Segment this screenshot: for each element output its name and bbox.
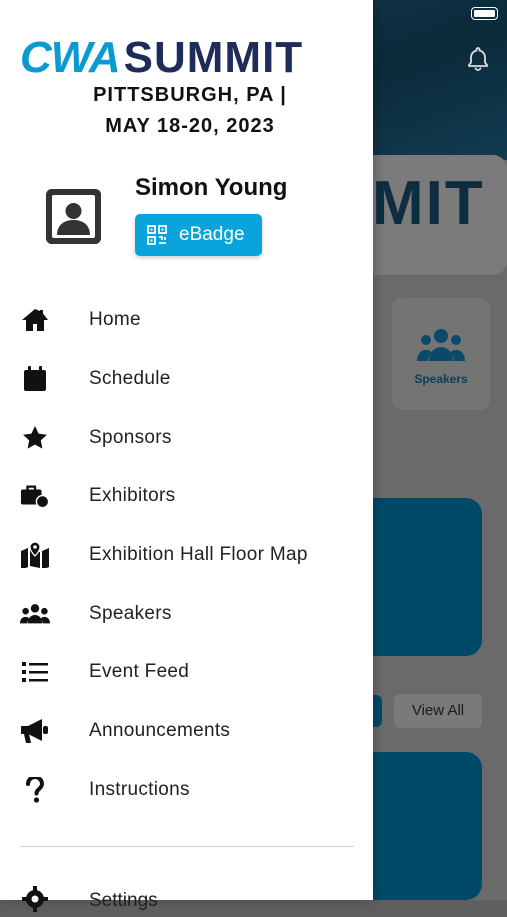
star-icon (20, 423, 50, 453)
background-speakers-tile[interactable]: Speakers (392, 298, 490, 410)
menu-item-exhibitors[interactable]: Exhibitors (0, 467, 373, 526)
background-tile-label: Speakers (414, 372, 468, 386)
drawer-menu: Home Schedule Sponsors Exhibitors Exhibi… (0, 291, 373, 819)
user-name: Simon Young (135, 174, 288, 201)
menu-item-settings[interactable]: Settings (89, 890, 158, 912)
map-icon (20, 540, 50, 570)
qr-code-icon (147, 225, 167, 245)
menu-item-home[interactable]: Home (0, 291, 373, 350)
event-logo: CWA SUMMIT PITTSBURGH, PA | MAY 18-20, 2… (20, 36, 360, 138)
navigation-drawer: CWA SUMMIT PITTSBURGH, PA | MAY 18-20, 2… (0, 0, 373, 912)
logo-brand-cwa: CWA (20, 33, 121, 82)
menu-label: Sponsors (89, 426, 172, 448)
menu-item-announcements[interactable]: Announcements (0, 702, 373, 761)
menu-label: Schedule (89, 368, 171, 390)
menu-item-sponsors[interactable]: Sponsors (0, 408, 373, 467)
menu-item-schedule[interactable]: Schedule (0, 350, 373, 409)
bell-icon[interactable] (466, 46, 490, 77)
logo-brand-summit: SUMMIT (123, 33, 304, 82)
menu-label: Exhibition Hall Floor Map (89, 544, 308, 566)
menu-label: Exhibitors (89, 485, 176, 507)
gear-icon[interactable] (22, 886, 48, 917)
users-icon (20, 599, 50, 629)
menu-item-floor-map[interactable]: Exhibition Hall Floor Map (0, 526, 373, 585)
menu-item-speakers[interactable]: Speakers (0, 584, 373, 643)
event-location: PITTSBURGH, PA | (93, 84, 287, 106)
menu-label: Speakers (89, 602, 172, 624)
ebadge-button[interactable]: eBadge (135, 214, 262, 256)
event-dates: MAY 18-20, 2023 (105, 115, 275, 137)
menu-label: Event Feed (89, 661, 190, 683)
megaphone-icon (20, 716, 50, 746)
calendar-icon (20, 364, 50, 394)
ebadge-label: eBadge (179, 224, 245, 245)
users-icon (417, 328, 465, 367)
menu-label: Home (89, 309, 141, 331)
menu-label: Announcements (89, 720, 231, 742)
menu-item-instructions[interactable]: Instructions (0, 761, 373, 820)
menu-divider (20, 846, 354, 847)
background-summit-text: MIT (372, 169, 485, 238)
home-icon (20, 305, 50, 335)
briefcase-icon (20, 481, 50, 511)
battery-icon (471, 7, 498, 20)
list-icon (20, 657, 50, 687)
question-icon (20, 775, 50, 805)
menu-item-event-feed[interactable]: Event Feed (0, 643, 373, 702)
view-all-button[interactable]: View All (394, 694, 482, 728)
avatar[interactable] (46, 189, 101, 244)
menu-label: Instructions (89, 778, 190, 800)
